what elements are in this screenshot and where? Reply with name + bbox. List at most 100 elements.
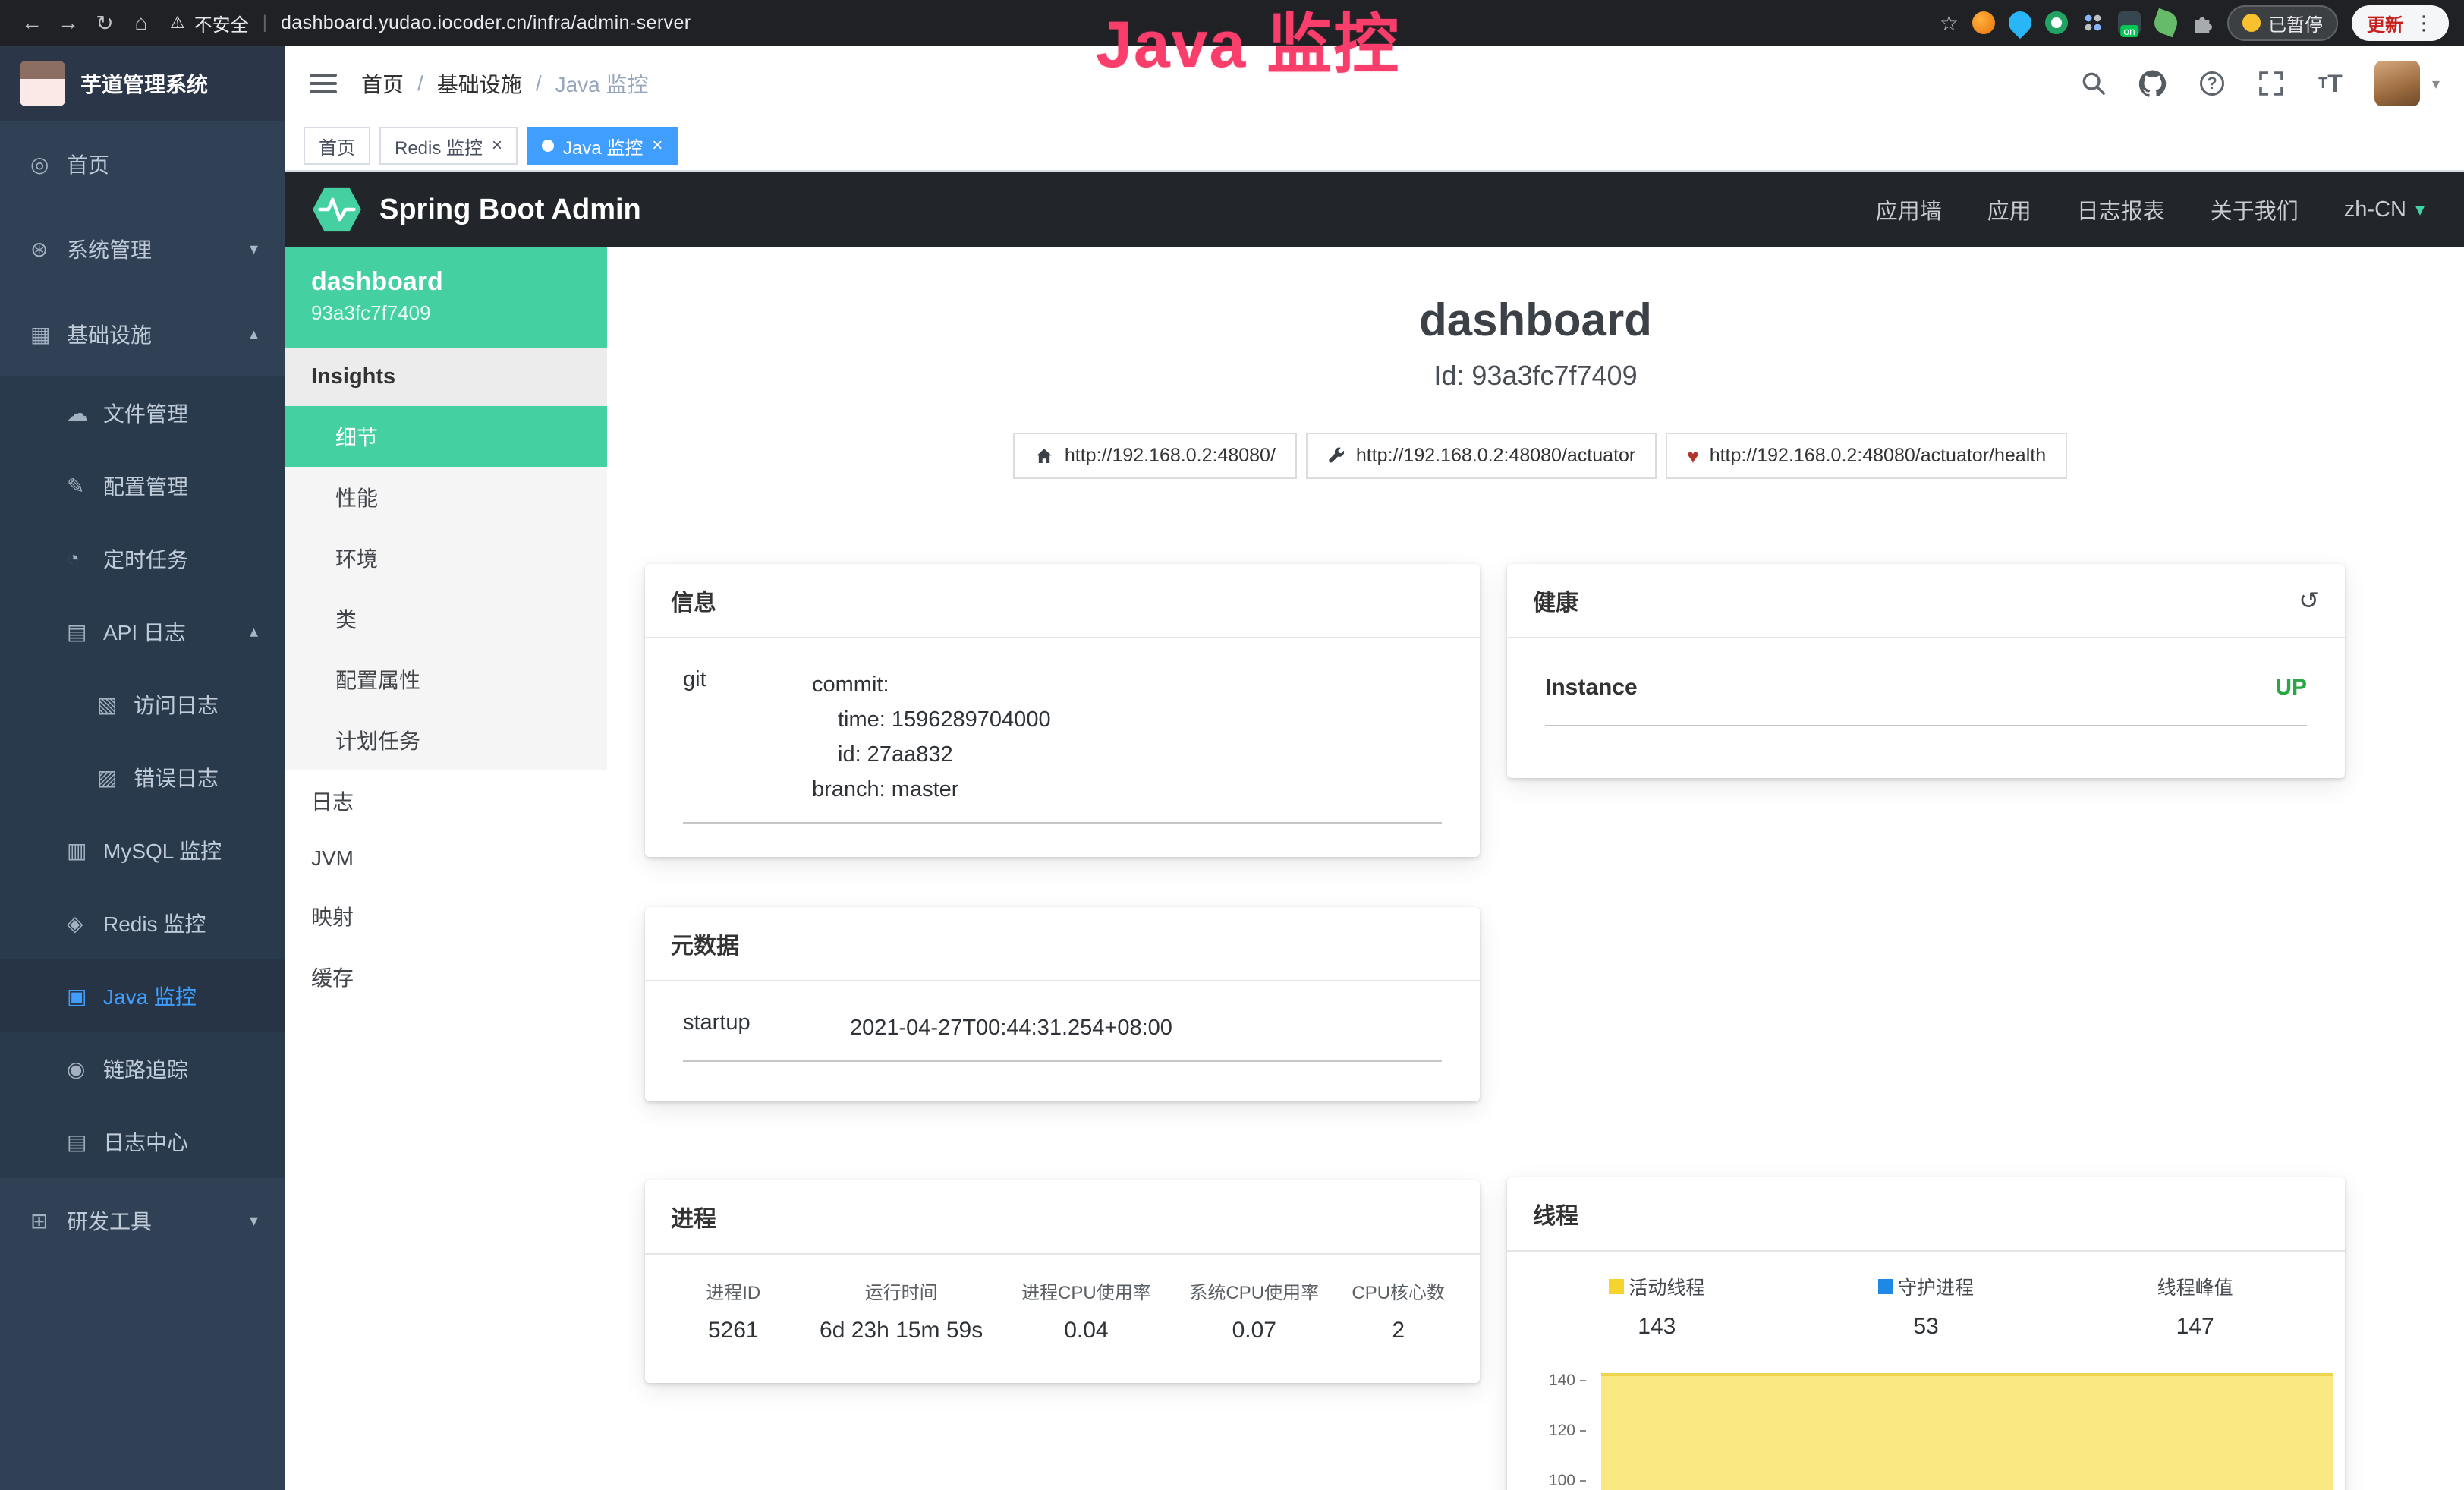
- sba-item-scheduled-tasks[interactable]: 计划任务: [285, 710, 607, 770]
- git-time-line: time: 1596289704000: [812, 702, 1051, 737]
- link-label: http://192.168.0.2:48080/actuator/health: [1710, 445, 2046, 467]
- tab-redis-monitor[interactable]: Redis 监控 ×: [379, 127, 518, 165]
- tab-java-monitor[interactable]: Java 监控 ×: [527, 127, 678, 165]
- legend-value: 143: [1522, 1314, 1792, 1340]
- extensions-puzzle-icon[interactable]: [2191, 11, 2214, 34]
- sidebar-item-java-monitor[interactable]: ▣ Java 监控: [0, 959, 285, 1032]
- instance-base-url-link[interactable]: http://192.168.0.2:48080/: [1013, 433, 1297, 479]
- history-icon[interactable]: ↺: [2299, 586, 2319, 615]
- bookmark-star-icon[interactable]: ☆: [1940, 11, 1959, 36]
- sidebar-item-tracing[interactable]: ◉ 链路追踪: [0, 1032, 285, 1105]
- metadata-card-title: 元数据: [645, 907, 1480, 981]
- metric-value: 5261: [675, 1318, 791, 1344]
- sidebar-toggle-icon[interactable]: [310, 74, 337, 93]
- tab-home[interactable]: 首页: [304, 127, 370, 165]
- breadcrumb-home[interactable]: 首页: [361, 68, 404, 99]
- close-icon[interactable]: ×: [492, 135, 502, 156]
- app-logo-avatar: [20, 61, 65, 106]
- sba-nav-about[interactable]: 关于我们: [2211, 194, 2299, 225]
- log-center-icon: ▤: [67, 1129, 103, 1155]
- browser-update-button[interactable]: 更新 ⋮: [2352, 5, 2449, 41]
- sidebar-item-error-logs[interactable]: ▨ 错误日志: [0, 741, 285, 814]
- sidebar-item-file-management[interactable]: ☁ 文件管理: [0, 376, 285, 449]
- home-icon[interactable]: ⌂: [124, 11, 158, 35]
- sidebar-item-log-center[interactable]: ▤ 日志中心: [0, 1105, 285, 1178]
- sba-item-config-props[interactable]: 配置属性: [285, 649, 607, 710]
- url-text[interactable]: dashboard.yudao.iocoder.cn/infra/admin-s…: [281, 12, 691, 34]
- sba-item-jvm[interactable]: JVM: [285, 831, 607, 886]
- sba-nav-wallboard[interactable]: 应用墙: [1876, 194, 1942, 225]
- metric-label: CPU核心数: [1347, 1277, 1449, 1304]
- extension-icon-drop[interactable]: [2004, 7, 2036, 39]
- wrench-icon: [1327, 447, 1345, 465]
- sidebar-group-system[interactable]: ⊛ 系统管理 ▾: [0, 206, 285, 291]
- sidebar-group-api-logs[interactable]: ▤ API 日志 ▴: [0, 595, 285, 668]
- tab-label: Redis 监控: [395, 133, 483, 159]
- sidebar-item-access-logs[interactable]: ▧ 访问日志: [0, 668, 285, 741]
- close-icon[interactable]: ×: [652, 135, 662, 156]
- breadcrumb-current: Java 监控: [555, 68, 649, 99]
- info-card: 信息 git commit: time: 1596289704000 id: 2…: [645, 564, 1480, 857]
- browser-menu-icon[interactable]: ⋮: [2414, 11, 2434, 35]
- font-size-icon[interactable]: TT: [2315, 68, 2346, 99]
- instance-actuator-link[interactable]: http://192.168.0.2:48080/actuator: [1306, 433, 1657, 479]
- sba-nav: 应用墙 应用 日志报表 关于我们 zh-CN ▾: [1876, 194, 2425, 225]
- active-tab-dot: [542, 140, 554, 152]
- paused-label: 已暂停: [2268, 10, 2323, 36]
- question-glyph: ?: [2200, 71, 2224, 96]
- sba-language-selector[interactable]: zh-CN ▾: [2344, 197, 2425, 222]
- chevron-down-icon: ▾: [250, 1211, 258, 1230]
- sidebar-item-redis-monitor[interactable]: ◈ Redis 监控: [0, 887, 285, 959]
- y-axis-tick-100: 100: [1507, 1472, 1586, 1490]
- user-avatar[interactable]: [2374, 61, 2420, 106]
- metadata-key: startup: [683, 1010, 850, 1045]
- sba-item-caches[interactable]: 缓存: [285, 947, 607, 1007]
- chart-plot-area: [1601, 1359, 2333, 1490]
- extension-icon-leaf[interactable]: [2151, 8, 2180, 37]
- sidebar-group-dev-tools[interactable]: ⊞ 研发工具 ▾: [0, 1178, 285, 1263]
- app-logo[interactable]: 芋道管理系统: [0, 46, 285, 121]
- document-icon: ▨: [97, 765, 134, 790]
- help-icon[interactable]: ?: [2197, 68, 2227, 99]
- sba-item-mappings[interactable]: 映射: [285, 886, 607, 947]
- sidebar-item-config-management[interactable]: ✎ 配置管理: [0, 449, 285, 522]
- avatar-caret-icon[interactable]: ▾: [2432, 74, 2440, 93]
- profile-paused-chip[interactable]: 已暂停: [2227, 5, 2338, 41]
- forward-icon[interactable]: →: [52, 11, 85, 35]
- reload-icon[interactable]: ↻: [88, 11, 121, 36]
- sidebar-item-mysql-monitor[interactable]: ▥ MySQL 监控: [0, 814, 285, 887]
- extension-icon-green[interactable]: [2045, 11, 2068, 34]
- sidebar-item-scheduled-jobs[interactable]: ◔ 定时任务: [0, 522, 285, 595]
- sba-nav-applications[interactable]: 应用: [1987, 194, 2031, 225]
- sidebar-item-label: Redis 监控: [103, 908, 206, 938]
- sba-instance-header[interactable]: dashboard 93a3fc7f7409: [285, 247, 607, 348]
- sba-app-name: dashboard: [311, 267, 581, 297]
- back-icon[interactable]: ←: [15, 11, 49, 35]
- sidebar-group-infrastructure[interactable]: ▦ 基础设施 ▴: [0, 291, 285, 376]
- extension-icon-on-badge[interactable]: on: [2118, 11, 2141, 34]
- sba-section-insights[interactable]: Insights: [285, 348, 607, 406]
- security-warning-icon[interactable]: ⚠: [170, 13, 185, 33]
- instance-health-link[interactable]: ♥ http://192.168.0.2:48080/actuator/heal…: [1666, 433, 2067, 479]
- sba-item-details[interactable]: 细节: [285, 406, 607, 467]
- sba-item-logs[interactable]: 日志: [285, 770, 607, 831]
- sba-nav-journal[interactable]: 日志报表: [2077, 194, 2165, 225]
- monitor-icon: ▣: [67, 984, 103, 1009]
- legend-label: 守护进程: [1898, 1273, 1974, 1300]
- sba-item-environment[interactable]: 环境: [285, 528, 607, 588]
- sidebar-item-label: API 日志: [103, 616, 186, 647]
- github-icon[interactable]: [2138, 68, 2168, 99]
- address-bar[interactable]: ⚠ 不安全 | dashboard.yudao.iocoder.cn/infra…: [170, 10, 691, 36]
- breadcrumb-infrastructure[interactable]: 基础设施: [437, 68, 522, 99]
- health-card-title: 健康: [1533, 584, 1578, 617]
- search-icon[interactable]: [2079, 68, 2109, 99]
- sba-app-id: 93a3fc7f7409: [311, 301, 581, 325]
- metric-label: 进程CPU使用率: [1012, 1277, 1161, 1304]
- fullscreen-icon[interactable]: [2256, 68, 2286, 99]
- sidebar-item-home[interactable]: ◎ 首页: [0, 121, 285, 206]
- sba-brand-title[interactable]: Spring Boot Admin: [379, 194, 641, 226]
- sba-item-classes[interactable]: 类: [285, 588, 607, 649]
- sba-item-performance[interactable]: 性能: [285, 467, 607, 528]
- extension-icon-orange[interactable]: [1972, 11, 1995, 34]
- extension-icon-grid[interactable]: [2082, 11, 2104, 34]
